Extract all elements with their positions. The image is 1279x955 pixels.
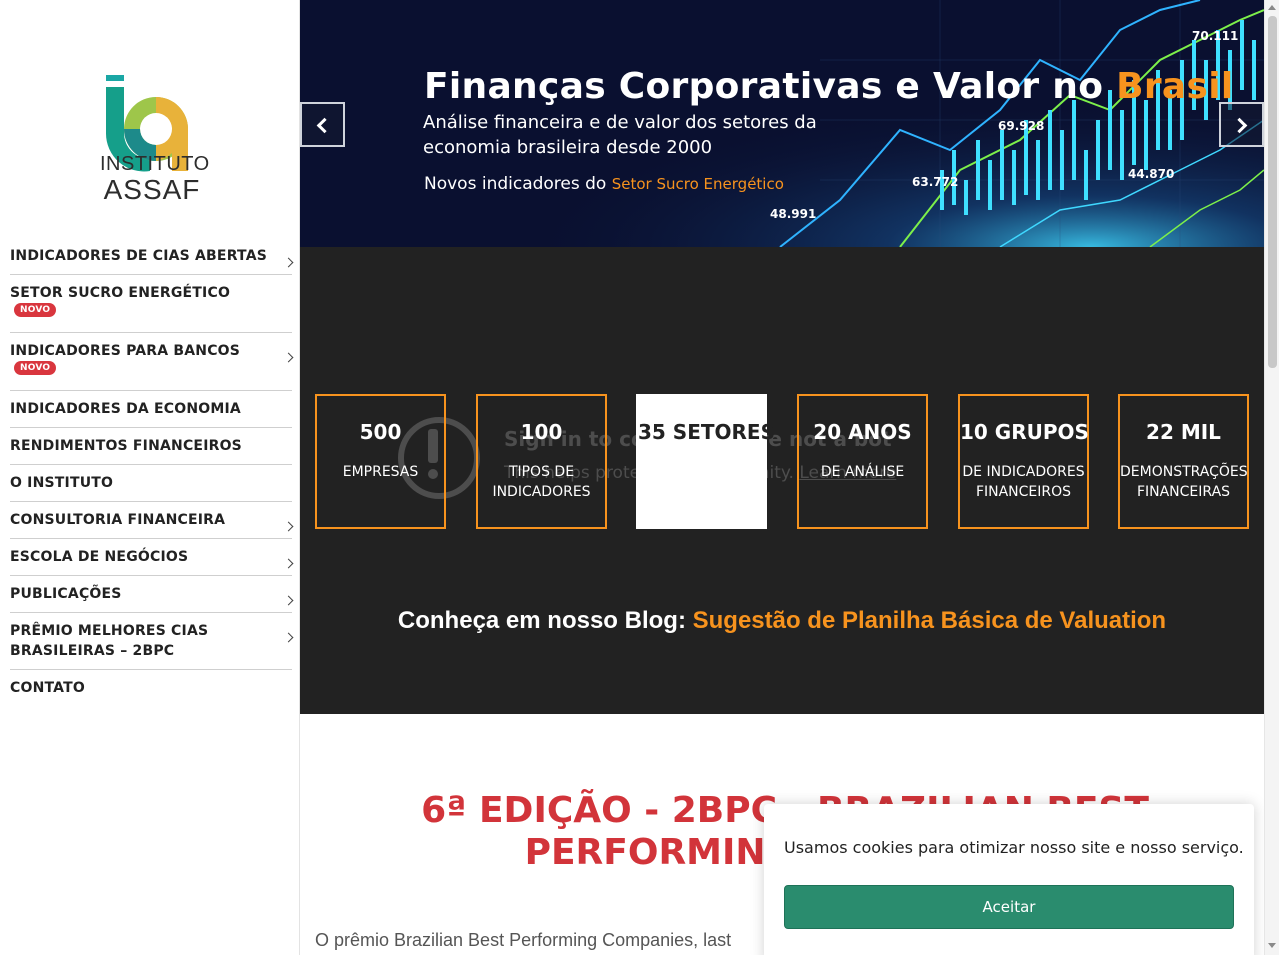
nav-item-consultoria-financeira[interactable]: CONSULTORIA FINANCEIRA	[10, 502, 294, 539]
stat-label: EMPRESAS	[342, 464, 419, 480]
slider-next-button[interactable]	[1219, 102, 1264, 147]
scroll-up-arrow-icon[interactable]	[1268, 5, 1276, 10]
nav-item-label: SETOR SUCRO ENERGÉTICO	[10, 285, 231, 301]
chevron-right-icon	[283, 558, 294, 569]
hero-title-highlight: Brasil	[1116, 66, 1234, 107]
nav-item-premio-2bpc[interactable]: PRÊMIO MELHORES CIAS BRASILEIRAS – 2BPC	[10, 613, 294, 670]
scrollbar-thumb[interactable]	[1268, 16, 1277, 368]
stat-label: DEMONSTRAÇÕES FINANCEIRAS	[1120, 464, 1248, 500]
nav-item-label: PRÊMIO MELHORES CIAS BRASILEIRAS – 2BPC	[10, 623, 209, 659]
scroll-down-arrow-icon[interactable]	[1268, 943, 1276, 948]
intro-paragraph: O prêmio Brazilian Best Performing Compa…	[315, 930, 732, 950]
nav-item-publicacoes[interactable]: PUBLICAÇÕES	[10, 576, 294, 613]
nav-item-label: O INSTITUTO	[10, 475, 114, 491]
stats-section: Sign in to confirm you're not a bot This…	[300, 247, 1264, 714]
cookie-banner: Usamos cookies para otimizar nosso site …	[764, 804, 1254, 955]
chart-label: 44.870	[1128, 167, 1174, 181]
blog-promo: Conheça em nosso Blog: Sugestão de Plani…	[300, 607, 1264, 635]
chevron-right-icon	[283, 595, 294, 606]
chart-label: 63.772	[912, 175, 958, 189]
hero-announcement: Novos indicadores do Setor Sucro Energét…	[424, 174, 784, 194]
stat-box-anos: 20 ANOS DE ANÁLISE	[797, 394, 928, 529]
stat-number: 500	[359, 420, 402, 444]
nav-item-o-instituto[interactable]: O INSTITUTO	[10, 465, 292, 502]
nav-item-label: CONSULTORIA FINANCEIRA	[10, 512, 226, 528]
stat-number: 10 GRUPOS	[960, 420, 1089, 444]
chart-label: 69.928	[998, 119, 1044, 133]
main-nav: INDICADORES DE CIAS ABERTAS SETOR SUCRO …	[10, 238, 294, 706]
chevron-right-icon	[283, 521, 294, 532]
hero-banner: 70.111 69.928 63.772 44.870 48.991 Finan…	[300, 0, 1264, 247]
hero-announcement-link[interactable]: Setor Sucro Energético	[612, 175, 784, 193]
stat-number: 35 SETORES	[638, 420, 775, 444]
chevron-left-icon	[316, 117, 333, 134]
chevron-right-icon	[283, 257, 294, 268]
chevron-right-icon	[1231, 117, 1248, 134]
logo-line2: ASSAF	[103, 174, 201, 205]
new-badge: NOVO	[14, 303, 57, 317]
cookie-message: Usamos cookies para otimizar nosso site …	[784, 838, 1244, 857]
hero-announcement-prefix: Novos indicadores do	[424, 174, 612, 194]
nav-item-indicadores-bancos[interactable]: INDICADORES PARA BANCOS NOVO	[10, 333, 294, 391]
stat-box-empresas: 500 EMPRESAS	[315, 394, 446, 529]
stat-label: DE INDICADORES FINANCEIROS	[962, 464, 1085, 500]
slider-prev-button[interactable]	[300, 102, 345, 147]
stat-box-grupos: 10 GRUPOS DE INDICADORES FINANCEIROS	[958, 394, 1089, 529]
nav-item-label: ESCOLA DE NEGÓCIOS	[10, 549, 189, 565]
chevron-right-icon	[283, 352, 294, 363]
nav-item-setor-sucro-energetico[interactable]: SETOR SUCRO ENERGÉTICO NOVO	[10, 275, 292, 333]
nav-item-indicadores-economia[interactable]: INDICADORES DA ECONOMIA	[10, 391, 292, 428]
hero-title-main: Finanças Corporativas e Valor no	[424, 66, 1117, 107]
chart-label: 48.991	[770, 207, 816, 221]
chevron-right-icon	[283, 632, 294, 643]
nav-item-label: PUBLICAÇÕES	[10, 586, 122, 602]
stat-box-setores: 35 SETORES	[636, 394, 775, 529]
stat-number: 22 MIL	[1146, 420, 1221, 444]
nav-item-escola-negocios[interactable]: ESCOLA DE NEGÓCIOS	[10, 539, 294, 576]
nav-item-contato[interactable]: CONTATO	[10, 670, 292, 706]
nav-item-indicadores-cias-abertas[interactable]: INDICADORES DE CIAS ABERTAS	[10, 238, 294, 275]
logo-text: INSTITUTO ASSAF	[100, 153, 210, 205]
stat-label: TIPOS DE INDICADORES	[492, 464, 591, 500]
cookie-accept-button[interactable]: Aceitar	[784, 885, 1234, 929]
stat-box-tipos-indicadores: 100 TIPOS DE INDICADORES	[476, 394, 607, 529]
logo-line1: INSTITUTO	[100, 153, 210, 175]
stat-label: DE ANÁLISE	[820, 464, 905, 480]
nav-item-label: CONTATO	[10, 680, 85, 696]
nav-item-label: INDICADORES PARA BANCOS	[10, 343, 241, 359]
page-root: INSTITUTO ASSAF INDICADORES DE CIAS ABER…	[0, 0, 1279, 955]
stat-box-demonstracoes: 22 MIL DEMONSTRAÇÕES FINANCEIRAS	[1118, 394, 1249, 529]
chart-label: 70.111	[1192, 29, 1238, 43]
blog-promo-prefix: Conheça em nosso Blog:	[397, 607, 693, 634]
stat-number: 20 ANOS	[813, 420, 912, 444]
nav-item-label: RENDIMENTOS FINANCEIROS	[10, 438, 242, 454]
hero-subtitle: Análise financeira e de valor dos setore…	[423, 112, 817, 158]
sidebar: INSTITUTO ASSAF INDICADORES DE CIAS ABER…	[0, 0, 300, 955]
stat-number: 100	[520, 420, 563, 444]
nav-item-rendimentos-financeiros[interactable]: RENDIMENTOS FINANCEIROS	[10, 428, 292, 465]
page-scrollbar[interactable]	[1264, 0, 1279, 955]
hero-title: Finanças Corporativas e Valor no Brasil	[424, 66, 1234, 107]
new-badge: NOVO	[14, 361, 57, 375]
blog-promo-link[interactable]: Sugestão de Planilha Básica de Valuation	[693, 607, 1166, 634]
nav-item-label: INDICADORES DA ECONOMIA	[10, 401, 241, 417]
nav-item-label: INDICADORES DE CIAS ABERTAS	[10, 248, 268, 264]
